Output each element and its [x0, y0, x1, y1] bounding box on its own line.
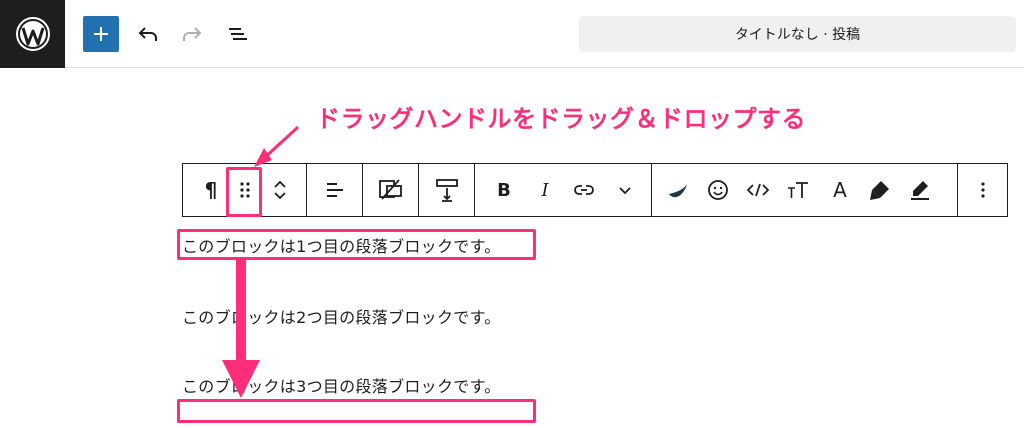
spacer-icon — [435, 179, 458, 202]
emoji-button[interactable] — [701, 164, 735, 216]
emoji-icon — [708, 180, 728, 200]
font-button[interactable]: A — [823, 164, 857, 216]
undo-icon — [138, 27, 157, 41]
block-toolbar: ¶ B I A — [182, 163, 1008, 217]
font-icon: A — [833, 178, 847, 202]
link-icon — [574, 185, 594, 195]
toolbar-divider — [651, 164, 652, 216]
spacer-button[interactable] — [419, 164, 474, 216]
code-icon — [746, 183, 770, 197]
text-size-icon — [788, 182, 808, 198]
move-buttons — [265, 164, 295, 216]
wordpress-logo-icon[interactable] — [0, 0, 65, 68]
italic-button[interactable]: I — [528, 164, 562, 216]
image-swap-icon — [378, 179, 402, 200]
highlight-button[interactable] — [863, 164, 897, 216]
bold-button[interactable]: B — [487, 164, 521, 216]
document-title: タイトルなし · 投稿 — [734, 27, 861, 43]
chevron-down-icon — [619, 187, 631, 195]
text-color-button[interactable] — [903, 164, 937, 216]
editor-header: タイトルなし · 投稿 — [0, 0, 1024, 68]
align-button[interactable] — [307, 164, 362, 216]
redo-icon — [183, 27, 202, 41]
drag-handle-highlight — [226, 167, 262, 217]
image-swap-button[interactable] — [363, 164, 418, 216]
more-options-button[interactable] — [958, 164, 1008, 216]
align-left-icon — [326, 183, 343, 197]
toolbar-divider — [474, 164, 475, 216]
add-block-button[interactable] — [83, 16, 119, 52]
redo-button[interactable] — [178, 20, 206, 48]
plus-icon — [94, 27, 108, 41]
text-color-icon — [911, 181, 929, 200]
italic-icon: I — [541, 179, 549, 201]
brand-leaf-icon — [669, 184, 687, 198]
more-options-icon — [981, 182, 985, 198]
highlighter-icon — [870, 181, 889, 200]
block-1-highlight — [177, 229, 536, 260]
list-view-icon — [229, 28, 247, 40]
paragraph-block-button[interactable]: ¶ — [191, 164, 231, 216]
code-button[interactable] — [741, 164, 775, 216]
document-title-bar[interactable]: タイトルなし · 投稿 — [579, 16, 1016, 52]
bold-icon: B — [497, 179, 511, 201]
pointer-arrow-icon — [254, 125, 300, 167]
paragraph-block-2[interactable]: このブロックは2つ目の段落ブロックです。 — [182, 304, 501, 328]
text-size-button[interactable] — [781, 164, 815, 216]
plugin-button[interactable] — [661, 164, 695, 216]
paragraph-icon: ¶ — [204, 178, 218, 202]
move-up-icon[interactable] — [272, 178, 288, 190]
move-down-icon[interactable] — [272, 190, 288, 202]
list-view-button[interactable] — [224, 20, 252, 48]
drop-target-highlight — [177, 399, 536, 423]
more-rich-text-button[interactable] — [609, 164, 641, 216]
paragraph-block-3[interactable]: このブロックは3つ目の段落ブロックです。 — [182, 373, 501, 397]
annotation-label: ドラッグハンドルをドラッグ＆ドロップする — [316, 105, 806, 133]
undo-button[interactable] — [134, 20, 162, 48]
link-button[interactable] — [567, 164, 601, 216]
